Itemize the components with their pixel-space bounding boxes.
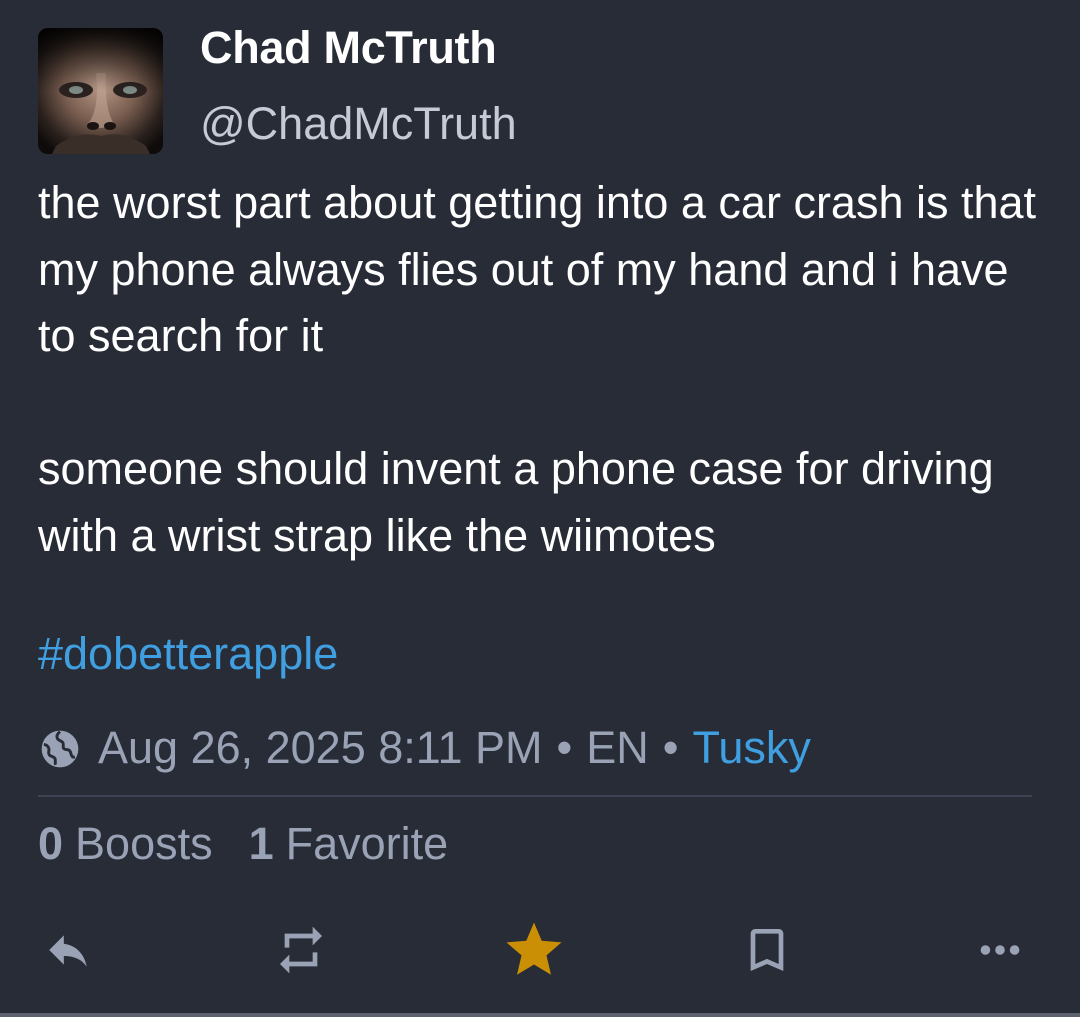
meta-separator: • [556,722,573,773]
boosts-label: Boosts [75,818,213,869]
star-icon [506,922,562,975]
boosts-count: 0 [38,818,64,869]
status-detail: Chad McTruth @ChadMcTruth the worst part… [0,0,1080,1017]
boosts-stat[interactable]: 0 Boosts [38,818,213,870]
post-metadata: Aug 26, 2025 8:11 PM • EN • Tusky [38,718,811,778]
boost-button[interactable] [266,915,336,985]
application-link[interactable]: Tusky [693,722,811,774]
more-options-button[interactable] [965,915,1035,985]
bottom-border [0,1013,1080,1017]
post-timestamp: Aug 26, 2025 8:11 PM [98,722,543,773]
avatar-image [38,28,163,154]
boost-icon [280,926,322,974]
reply-icon [49,935,87,967]
favorites-label: Favorite [285,818,449,869]
favorite-button[interactable] [499,915,569,985]
more-icon [980,945,1020,955]
post-paragraph: the worst part about getting into a car … [38,177,1037,361]
action-bar [0,915,1080,990]
post-content: the worst part about getting into a car … [38,170,1048,569]
post-stats: 0 Boosts 1 Favorite [38,818,448,870]
favorites-stat[interactable]: 1 Favorite [249,818,449,870]
favorites-count: 1 [248,818,274,869]
post-paragraph: someone should invent a phone case for d… [38,443,994,561]
meta-separator: • [662,722,679,773]
bookmark-icon [750,929,784,971]
bookmark-button[interactable] [732,915,802,985]
username[interactable]: @ChadMcTruth [200,98,517,150]
divider [38,795,1032,797]
hashtag-link[interactable]: #dobetterapple [38,628,338,680]
avatar[interactable] [38,28,163,154]
display-name[interactable]: Chad McTruth [200,22,497,74]
reply-button[interactable] [33,915,103,985]
globe-icon [41,730,79,768]
post-language: EN [586,722,649,773]
